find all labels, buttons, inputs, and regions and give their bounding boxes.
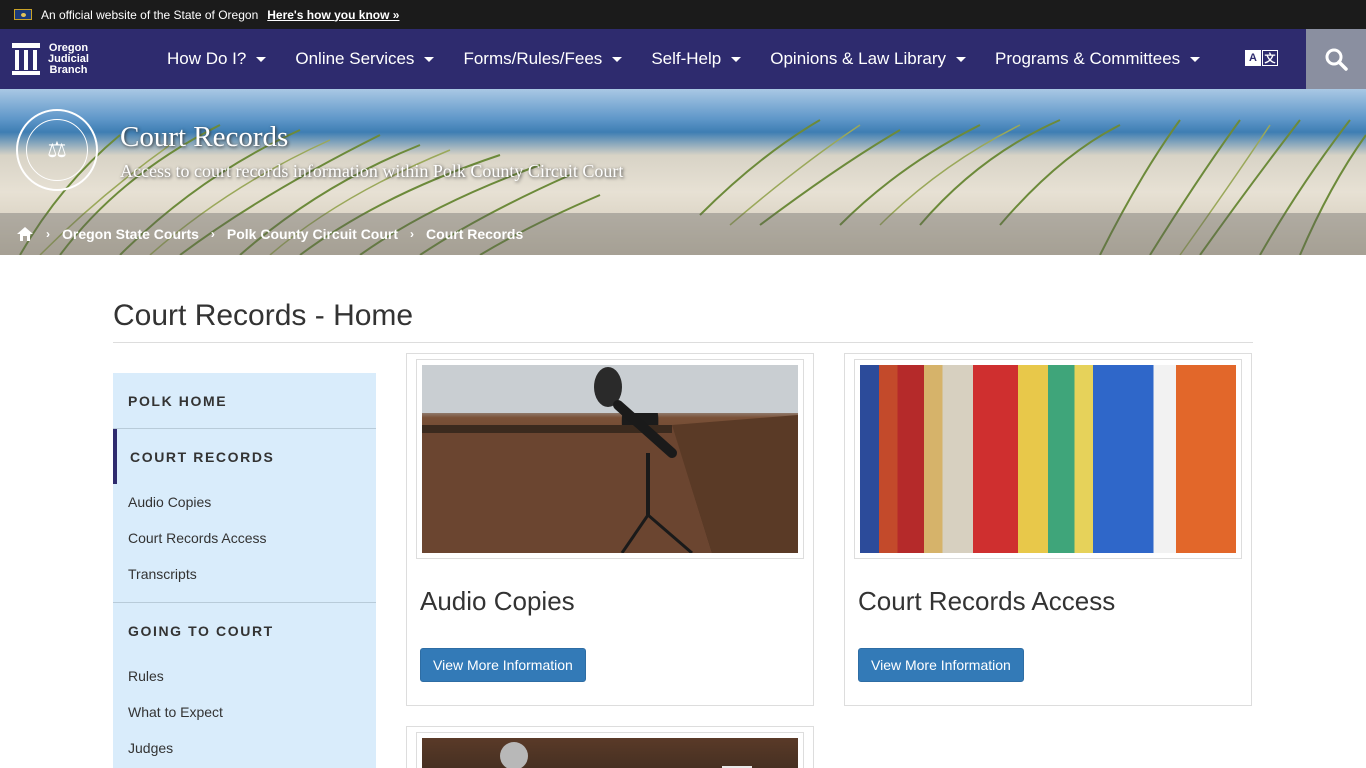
hero-title: Court Records [120, 121, 289, 153]
official-banner: An official website of the State of Oreg… [0, 0, 1366, 29]
hero-subtitle: Access to court records information with… [120, 161, 624, 181]
breadcrumb: › Oregon State Courts › Polk County Circ… [0, 213, 1366, 255]
chevron-down-icon [256, 56, 267, 62]
breadcrumb-polk-county[interactable]: Polk County Circuit Court [227, 226, 398, 242]
nav-programs-committees[interactable]: Programs & Committees [995, 49, 1201, 69]
judicial-department-seal: ⚖ [16, 109, 98, 191]
sidebar-item-going-to-court[interactable]: GOING TO COURT [113, 603, 376, 658]
translate-icon[interactable]: A 文 [1245, 50, 1278, 66]
chevron-right-icon: › [410, 227, 415, 241]
microphone-desk-image [422, 738, 798, 768]
scales-icon: ⚖ [26, 119, 88, 181]
card-title: Audio Copies [420, 586, 575, 616]
sidebar-item-audio-copies[interactable]: Audio Copies [113, 484, 376, 520]
home-icon[interactable] [16, 226, 34, 242]
how-you-know-link[interactable]: Here's how you know » [267, 8, 399, 22]
nav-self-help[interactable]: Self-Help [651, 49, 742, 69]
file-folders-image [860, 365, 1236, 553]
ojd-logo[interactable]: Oregon Judicial Branch [0, 41, 167, 76]
card-image-frame [416, 359, 804, 559]
card-image-frame [416, 732, 804, 768]
search-button[interactable] [1306, 29, 1366, 89]
divider [113, 342, 1253, 343]
nav-online-services[interactable]: Online Services [295, 49, 435, 69]
view-more-button[interactable]: View More Information [420, 648, 586, 682]
sidebar-item-transcripts[interactable]: Transcripts [113, 556, 376, 592]
sidebar-item-court-records[interactable]: COURT RECORDS [113, 429, 376, 484]
card-court-records-access: Court Records Access View More Informati… [844, 353, 1252, 706]
sidebar-item-what-to-expect[interactable]: What to Expect [113, 694, 376, 730]
chevron-down-icon [956, 56, 966, 62]
nav-how-do-i[interactable]: How Do I? [167, 49, 267, 69]
microphone-image [422, 365, 798, 553]
sidebar: POLK HOME COURT RECORDS Audio Copies Cou… [113, 373, 376, 768]
nav-forms-rules-fees[interactable]: Forms/Rules/Fees [463, 49, 623, 69]
logo-text: Oregon Judicial Branch [48, 41, 89, 76]
chevron-down-icon [612, 56, 623, 62]
page-title: Court Records - Home [113, 299, 414, 332]
chevron-down-icon [424, 56, 435, 62]
chevron-down-icon [731, 56, 742, 62]
pillar-icon [12, 43, 40, 75]
card-transcripts [406, 726, 814, 768]
sidebar-item-rules[interactable]: Rules [113, 658, 376, 694]
breadcrumb-oregon-state-courts[interactable]: Oregon State Courts [62, 226, 199, 242]
breadcrumb-court-records[interactable]: Court Records [426, 226, 523, 242]
sidebar-item-court-records-access[interactable]: Court Records Access [113, 520, 376, 556]
nav-menu: How Do I? Online Services Forms/Rules/Fe… [167, 29, 1229, 89]
sidebar-item-polk-home[interactable]: POLK HOME [113, 373, 376, 428]
hero-banner: ⚖ Court Records Access to court records … [0, 89, 1366, 255]
chevron-right-icon: › [210, 227, 215, 241]
chevron-right-icon: › [46, 227, 50, 241]
search-icon [1325, 48, 1348, 71]
card-image-frame [854, 359, 1242, 559]
sidebar-item-judges[interactable]: Judges [113, 730, 376, 766]
official-text: An official website of the State of Oreg… [41, 7, 259, 22]
nav-opinions-law-library[interactable]: Opinions & Law Library [770, 49, 966, 69]
oregon-flag-icon [14, 9, 32, 20]
card-audio-copies: Audio Copies View More Information [406, 353, 814, 706]
main-nav: Oregon Judicial Branch How Do I? Online … [0, 29, 1366, 89]
view-more-button[interactable]: View More Information [858, 648, 1024, 682]
card-title: Court Records Access [858, 586, 1116, 616]
chevron-down-icon [1190, 56, 1201, 62]
